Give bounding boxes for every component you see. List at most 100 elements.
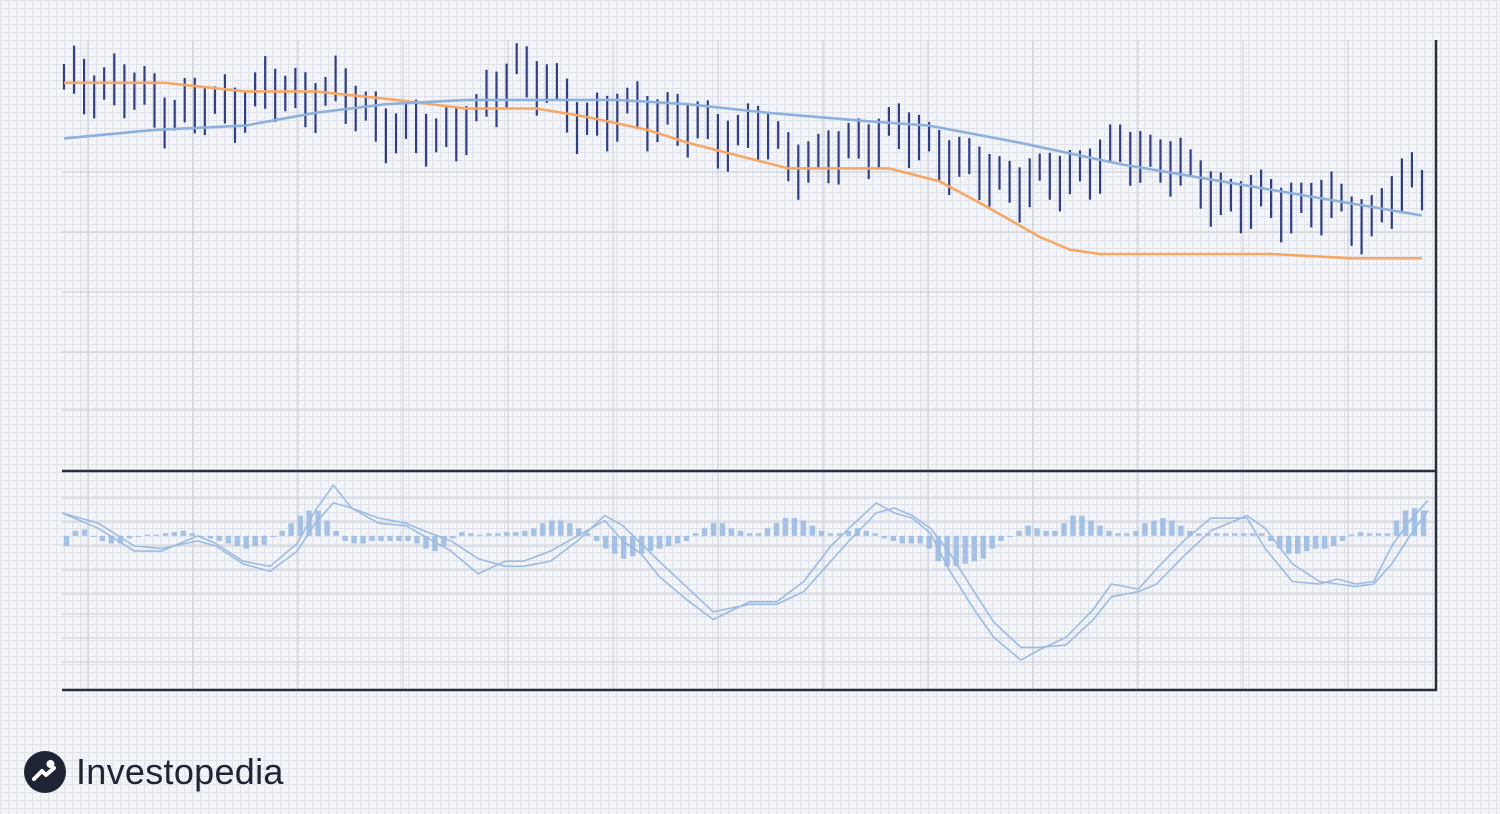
histogram-bar (216, 535, 222, 541)
histogram-bar (180, 530, 186, 536)
histogram-bar (1232, 533, 1238, 536)
histogram-bar (513, 532, 519, 536)
histogram-bar (1106, 530, 1112, 536)
histogram-bar (522, 530, 528, 536)
histogram-bar (755, 533, 762, 536)
histogram-bar (1304, 535, 1310, 552)
histogram-bar (1034, 528, 1040, 536)
histogram-bar (1016, 530, 1022, 536)
histogram-bar (1151, 520, 1157, 536)
histogram-bar (567, 523, 573, 536)
histogram-bar (800, 520, 807, 536)
histogram-bar (1133, 530, 1139, 536)
chart-canvas (61, 40, 1438, 692)
histogram-bar (405, 535, 411, 541)
histogram-bar (1259, 533, 1265, 536)
histogram-bar (396, 535, 402, 541)
histogram-bar (1313, 535, 1319, 549)
histogram-bar (603, 535, 609, 549)
histogram-bar (486, 533, 492, 536)
histogram-bar (360, 535, 366, 544)
histogram-bar (1366, 533, 1373, 536)
histogram-bar (162, 533, 169, 536)
histogram-bar (917, 535, 923, 544)
histogram-bar (1348, 534, 1355, 536)
histogram-bar (746, 533, 753, 536)
macd-lines (61, 484, 1429, 661)
histogram-bar (1124, 533, 1130, 536)
histogram-bar (926, 535, 932, 549)
histogram-bar (962, 535, 968, 564)
histogram-bar (989, 535, 995, 549)
histogram-bar (252, 535, 258, 546)
histogram-bar (189, 533, 195, 536)
macd-histogram (63, 508, 1427, 567)
histogram-bar (818, 530, 825, 536)
histogram-bar (270, 535, 276, 537)
histogram-bar (791, 518, 798, 536)
histogram-bar (1339, 535, 1346, 541)
chart-axes (62, 40, 1438, 692)
histogram-bar (459, 532, 465, 536)
histogram-bar (1393, 520, 1400, 536)
histogram-bar (540, 523, 546, 536)
histogram-bar (719, 523, 726, 536)
histogram-bar (1295, 535, 1301, 554)
histogram-bar (656, 535, 663, 549)
histogram-bar (387, 535, 393, 541)
histogram-bar (809, 525, 816, 536)
histogram-bar (342, 535, 348, 541)
histogram-bar (1079, 515, 1085, 536)
histogram-bar (899, 535, 905, 544)
histogram-bar (890, 535, 896, 541)
histogram-bar (1097, 525, 1103, 536)
histogram-bar (531, 528, 537, 536)
histogram-bar (827, 533, 834, 536)
histogram-bar (881, 535, 887, 539)
histogram-bar (1322, 535, 1328, 549)
histogram-bar (234, 535, 240, 546)
histogram-bar (1223, 533, 1229, 536)
histogram-bar (207, 535, 213, 539)
histogram-bar (144, 534, 151, 536)
histogram-bar (971, 535, 977, 562)
histogram-bar (701, 528, 708, 536)
histogram-bar (1169, 520, 1175, 536)
histogram-bar (333, 530, 339, 536)
histogram-bar (728, 528, 735, 536)
histogram-bar (1250, 533, 1256, 536)
histogram-bar (351, 535, 357, 544)
histogram-bar (863, 530, 869, 536)
histogram-bar (153, 534, 160, 536)
histogram-bar (1214, 533, 1220, 536)
signal-line (61, 502, 1429, 649)
histogram-bar (1025, 525, 1031, 536)
histogram-bar (594, 535, 600, 541)
histogram-bar (1384, 533, 1391, 536)
histogram-bar (549, 520, 555, 536)
histogram-bar (1115, 533, 1121, 536)
histogram-bar (126, 535, 133, 539)
histogram-bar (710, 523, 717, 536)
histogram-bar (782, 518, 789, 536)
histogram-bar (135, 535, 142, 537)
investopedia-logo: Investopedia (24, 744, 284, 800)
histogram-bar (1007, 535, 1013, 537)
histogram-bar (665, 535, 672, 546)
histogram-bar (692, 533, 699, 536)
histogram-bar (647, 535, 654, 552)
histogram-bar (773, 523, 780, 536)
histogram-bar (81, 529, 88, 536)
histogram-bar (468, 533, 474, 536)
histogram-bar (72, 530, 79, 536)
histogram-bar (90, 535, 97, 537)
histogram-bar (324, 520, 330, 536)
histogram-bar (477, 534, 483, 536)
histogram-bar (171, 532, 177, 536)
histogram-bar (225, 535, 231, 544)
histogram-bar (1061, 523, 1067, 536)
histogram-bar (1088, 520, 1094, 536)
histogram-bar (1286, 535, 1292, 554)
histogram-bar (414, 535, 420, 544)
brand-name: Investopedia (76, 751, 284, 792)
